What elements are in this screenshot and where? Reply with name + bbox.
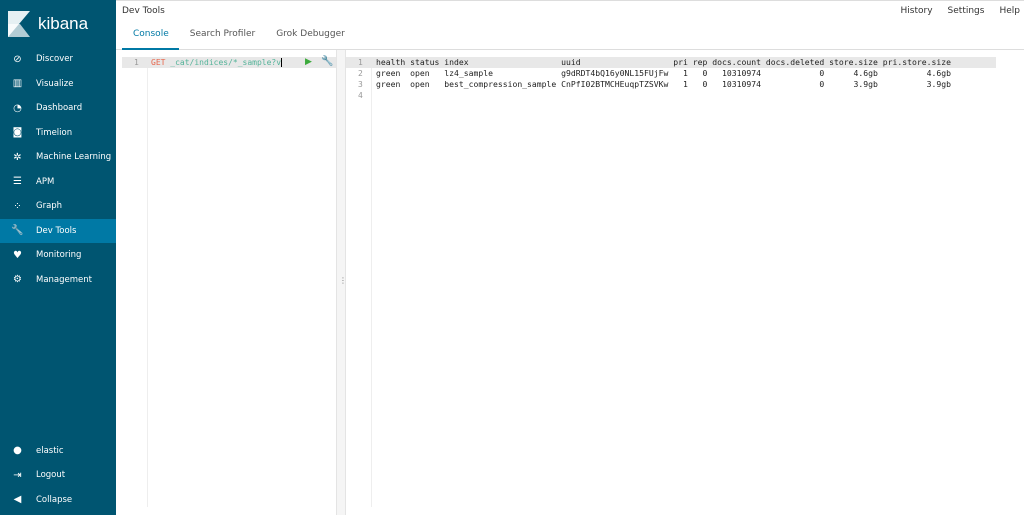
console-editor[interactable]: 1 GET _cat/indices/*_sample?v ▶ 🔧 xyxy=(122,56,336,507)
tab-search-profiler[interactable]: Search Profiler xyxy=(179,29,265,50)
apm-icon: ☰ xyxy=(13,176,22,188)
dashboard-icon: ◔ xyxy=(13,102,22,114)
wrench-icon[interactable]: 🔧 xyxy=(321,56,333,67)
user-icon: ● xyxy=(13,445,22,457)
sidebar-item-visualize[interactable]: ▥ Visualize xyxy=(0,72,116,97)
sidebar-item-dashboard[interactable]: ◔ Dashboard xyxy=(0,96,116,121)
editor-gutter xyxy=(122,57,148,507)
sidebar-item-label: Collapse xyxy=(36,494,73,505)
logout-icon: ⇥ xyxy=(13,469,22,481)
header: Dev Tools Console Search Profiler Grok D… xyxy=(116,0,1024,50)
sidebar-item-label: Discover xyxy=(36,54,73,65)
kibana-logo[interactable]: kibana xyxy=(0,0,116,48)
sidebar-item-label: Graph xyxy=(36,201,63,212)
sidebar-item-timelion[interactable]: ◙ Timelion xyxy=(0,121,116,146)
sidebar-item-elastic[interactable]: ● elastic xyxy=(0,439,116,464)
tab-console[interactable]: Console xyxy=(122,29,179,50)
bar-chart-icon: ▥ xyxy=(12,78,23,90)
sidebar-item-label: Monitoring xyxy=(36,250,82,261)
page-title: Dev Tools xyxy=(122,6,165,16)
heartbeat-icon: ♥ xyxy=(13,249,22,261)
sidebar-item-label: Logout xyxy=(36,470,66,481)
http-method: GET xyxy=(151,58,166,67)
collapse-icon: ◀ xyxy=(13,494,22,506)
output-row: 4 xyxy=(346,90,996,101)
compass-icon: ⊘ xyxy=(13,53,22,65)
output-row: 2 green open lz4_sample g9dRDT4bQ16y0NL15… xyxy=(346,68,996,79)
kibana-logo-icon xyxy=(8,11,30,37)
sidebar-item-label: Dashboard xyxy=(36,103,83,114)
sidebar-item-apm[interactable]: ☰ APM xyxy=(0,170,116,195)
line-number: 1 xyxy=(358,58,363,67)
output-text: green open lz4_sample g9dRDT4bQ16y0NL15F… xyxy=(376,68,951,78)
output-text: green open best_compression_sample CnPfI… xyxy=(376,79,951,89)
output-row: 3 green open best_compression_sample CnPf… xyxy=(346,79,996,90)
sidebar-item-logout[interactable]: ⇥ Logout xyxy=(0,463,116,488)
sidebar-item-machine-learning[interactable]: ✲ Machine Learning xyxy=(0,145,116,170)
sidebar-item-label: Timelion xyxy=(36,127,73,138)
sidebar-item-monitoring[interactable]: ♥ Monitoring xyxy=(0,243,116,268)
tab-grok-debugger[interactable]: Grok Debugger xyxy=(265,29,355,50)
sidebar-item-discover[interactable]: ⊘ Discover xyxy=(0,47,116,72)
request-line[interactable]: GET _cat/indices/*_sample?v xyxy=(151,57,283,68)
line-number: 2 xyxy=(358,69,363,78)
output-gutter xyxy=(346,57,372,507)
sidebar-item-dev-tools[interactable]: 🔧 Dev Tools xyxy=(0,218,116,243)
sidebar: kibana ⊘ Discover ▥ Visualize ◔ Dashboard ◙ Tim… xyxy=(0,0,116,515)
sidebar-item-label: Management xyxy=(36,274,92,285)
brand-name: kibana xyxy=(38,14,89,33)
gear-icon: ⚙ xyxy=(13,274,22,286)
help-link[interactable]: Help xyxy=(999,6,1020,16)
console-output: 1 health status index uuid pri rep docs.c… xyxy=(346,57,1024,507)
line-number: 3 xyxy=(358,80,363,89)
sidebar-item-label: Visualize xyxy=(36,78,74,89)
pane-resizer[interactable]: ⋮ xyxy=(336,50,347,515)
sidebar-item-label: Dev Tools xyxy=(36,225,77,236)
sidebar-item-label: APM xyxy=(36,176,55,187)
sidebar-item-graph[interactable]: ⁘ Graph xyxy=(0,194,116,219)
output-header-row: 1 health status index uuid pri rep docs.c… xyxy=(346,57,996,68)
timelion-icon: ◙ xyxy=(12,127,23,139)
settings-link[interactable]: Settings xyxy=(948,6,985,16)
sidebar-item-label: Machine Learning xyxy=(36,152,112,163)
graph-icon: ⁘ xyxy=(13,200,22,212)
ml-icon: ✲ xyxy=(13,151,22,163)
request-path: _cat/indices/*_sample?v xyxy=(170,58,282,67)
output-text: health status index uuid pri rep docs.co… xyxy=(376,57,951,67)
line-number: 1 xyxy=(134,58,139,67)
sidebar-item-management[interactable]: ⚙ Management xyxy=(0,268,116,293)
run-icon[interactable]: ▶ xyxy=(305,57,312,67)
sidebar-item-label: elastic xyxy=(36,445,64,456)
line-number: 4 xyxy=(358,91,363,100)
sidebar-item-collapse[interactable]: ◀ Collapse xyxy=(0,488,116,513)
history-link[interactable]: History xyxy=(901,6,933,16)
wrench-icon: 🔧 xyxy=(11,225,24,237)
